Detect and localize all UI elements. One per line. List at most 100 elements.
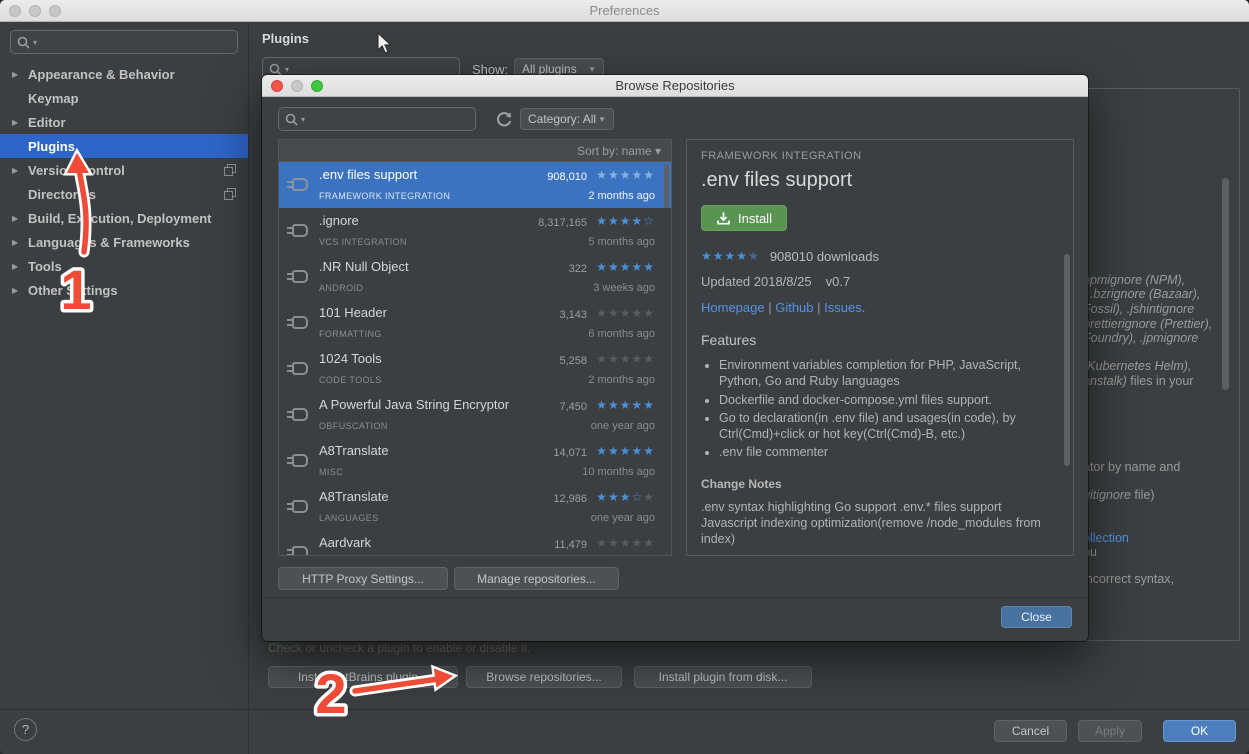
plugin-icon [292,316,308,329]
plugin-icon [292,362,308,375]
link-separator: | [814,300,825,315]
features-title: Features [701,332,1059,348]
close-button[interactable]: Close [1001,606,1072,628]
close-window-icon[interactable] [9,5,21,17]
sidebar-item-keymap[interactable]: Keymap [0,86,248,110]
plugin-updated-date: one year ago [591,420,655,432]
background-text-fragment: anstalk) files in your [1083,374,1193,388]
detail-link-issues[interactable]: Issues [824,300,862,315]
sidebar-item-languages-frameworks[interactable]: ▶Languages & Frameworks [0,230,248,254]
sidebar-item-tools[interactable]: ▶Tools [0,254,248,278]
plugin-list-item[interactable]: 101 HeaderFORMATTING3,143★★★★★6 months a… [279,300,671,346]
install-label: Install [738,211,772,226]
sidebar-item-plugins[interactable]: Plugins [0,134,248,158]
sidebar-item-label: Plugins [28,139,75,154]
star-rating: ★★★★★ [596,352,655,366]
minimize-window-icon[interactable] [291,80,303,92]
plugin-name: Aardvark [319,535,371,550]
footer-divider [0,709,1249,710]
plugin-name: A8Translate [319,443,389,458]
help-button[interactable]: ? [14,718,37,741]
search-options-caret-icon[interactable]: ▾ [33,38,37,47]
feature-item: .env file commenter [719,444,1059,460]
sidebar-item-label: Version Control [28,163,125,178]
zoom-window-icon[interactable] [311,80,323,92]
repository-search[interactable]: ▾ [278,107,476,131]
minimize-window-icon[interactable] [29,5,41,17]
plugin-list-item[interactable]: A Powerful Java String EncryptorOBFUSCAT… [279,392,671,438]
dialog-title: Browse Repositories [615,78,734,93]
sidebar-item-appearance-behavior[interactable]: ▶Appearance & Behavior [0,62,248,86]
description-scrollbar[interactable] [1222,178,1229,390]
repository-search-input[interactable] [308,112,469,126]
install-button[interactable]: Install [701,205,787,231]
plugin-detail-panel: FRAMEWORK INTEGRATION .env files support… [686,139,1074,556]
http-proxy-settings-button[interactable]: HTTP Proxy Settings... [278,567,448,590]
expand-arrow-icon: ▶ [12,118,28,127]
sort-header[interactable]: Sort by: name ▾ [279,140,671,162]
sidebar-item-other-settings[interactable]: ▶Other Settings [0,278,248,302]
change-notes-title: Change Notes [701,477,1059,491]
sidebar-items: ▶Appearance & BehaviorKeymap▶EditorPlugi… [0,62,248,302]
detail-link-homepage[interactable]: Homepage [701,300,765,315]
window-title: Preferences [589,3,659,18]
sidebar-item-label: Keymap [28,91,79,106]
sidebar-item-directories[interactable]: Directories [0,182,248,206]
plugin-name: 1024 Tools [319,351,382,366]
expand-arrow-icon: ▶ [12,238,28,247]
plugin-category: LANGUAGES [319,513,379,523]
detail-link-github[interactable]: Github [775,300,813,315]
close-window-icon[interactable] [271,80,283,92]
plugin-list-item[interactable]: AardvarkBUILD11,479★★★★★ [279,530,671,556]
sidebar-search-input[interactable] [40,35,231,49]
search-icon [285,113,298,126]
detail-scrollbar[interactable] [1064,254,1070,466]
sidebar-item-editor[interactable]: ▶Editor [0,110,248,134]
sidebar-search[interactable]: ▾ [10,30,238,54]
search-options-caret-icon[interactable]: ▾ [301,115,305,124]
detail-category: FRAMEWORK INTEGRATION [701,150,1059,162]
expand-arrow-icon: ▶ [12,262,28,271]
plugin-icon [292,454,308,467]
plugin-list-item[interactable]: .NR Null ObjectANDROID322★★★★★3 weeks ag… [279,254,671,300]
plugin-updated-date: 6 months ago [588,328,655,340]
sidebar-item-version-control[interactable]: ▶Version Control [0,158,248,182]
plugin-list-item[interactable]: .ignoreVCS INTEGRATION8,317,165★★★★☆5 mo… [279,208,671,254]
install-jetbrains-plugin-button[interactable]: Install JetBrains plugin... [268,666,458,688]
plugins-search-input[interactable] [292,62,453,76]
plugin-list-item[interactable]: .env files supportFRAMEWORK INTEGRATION9… [279,162,671,208]
list-scrollbar[interactable] [664,164,669,208]
plugin-list-item[interactable]: 1024 ToolsCODE TOOLS5,258★★★★★2 months a… [279,346,671,392]
star-rating: ★★★☆★ [596,490,655,504]
sidebar-item-label: Appearance & Behavior [28,67,175,82]
plugin-list-item[interactable]: A8TranslateMISC14,071★★★★★10 months ago [279,438,671,484]
shared-settings-icon [224,188,236,200]
background-text-fragment[interactable]: ollection [1083,531,1129,545]
ok-button[interactable]: OK [1163,720,1236,742]
plugin-updated-date: 10 months ago [582,466,655,478]
plugin-icon [292,500,308,513]
window-controls [9,5,61,17]
zoom-window-icon[interactable] [49,5,61,17]
cancel-button[interactable]: Cancel [994,720,1067,742]
plugin-list-item[interactable]: A8TranslateLANGUAGES12,986★★★☆★one year … [279,484,671,530]
apply-button[interactable]: Apply [1078,720,1142,742]
manage-repositories-button[interactable]: Manage repositories... [454,567,619,590]
install-plugin-from-disk-button[interactable]: Install plugin from disk... [634,666,812,688]
plugin-category: VCS INTEGRATION [319,237,407,247]
settings-sidebar: ▾ ▶Appearance & BehaviorKeymap▶EditorPlu… [0,22,249,754]
expand-arrow-icon: ▶ [12,70,28,79]
star-rating: ★★★★☆ [596,214,655,228]
plugin-downloads: 7,450 [559,401,587,413]
search-options-caret-icon[interactable]: ▾ [285,65,289,74]
browse-repositories-button[interactable]: Browse repositories... [466,666,622,688]
plugin-icon [292,270,308,283]
plugin-category: OBFUSCATION [319,421,388,431]
plugin-downloads: 3,143 [559,309,587,321]
background-text-fragment: Fossil), .jshintignore [1083,302,1194,316]
category-dropdown[interactable]: Category: All ▼ [520,108,614,130]
sidebar-item-build-execution-deployment[interactable]: ▶Build, Execution, Deployment [0,206,248,230]
star-rating: ★★★★★ [596,398,655,412]
refresh-icon[interactable] [494,109,514,129]
plugin-downloads: 5,258 [559,355,587,367]
